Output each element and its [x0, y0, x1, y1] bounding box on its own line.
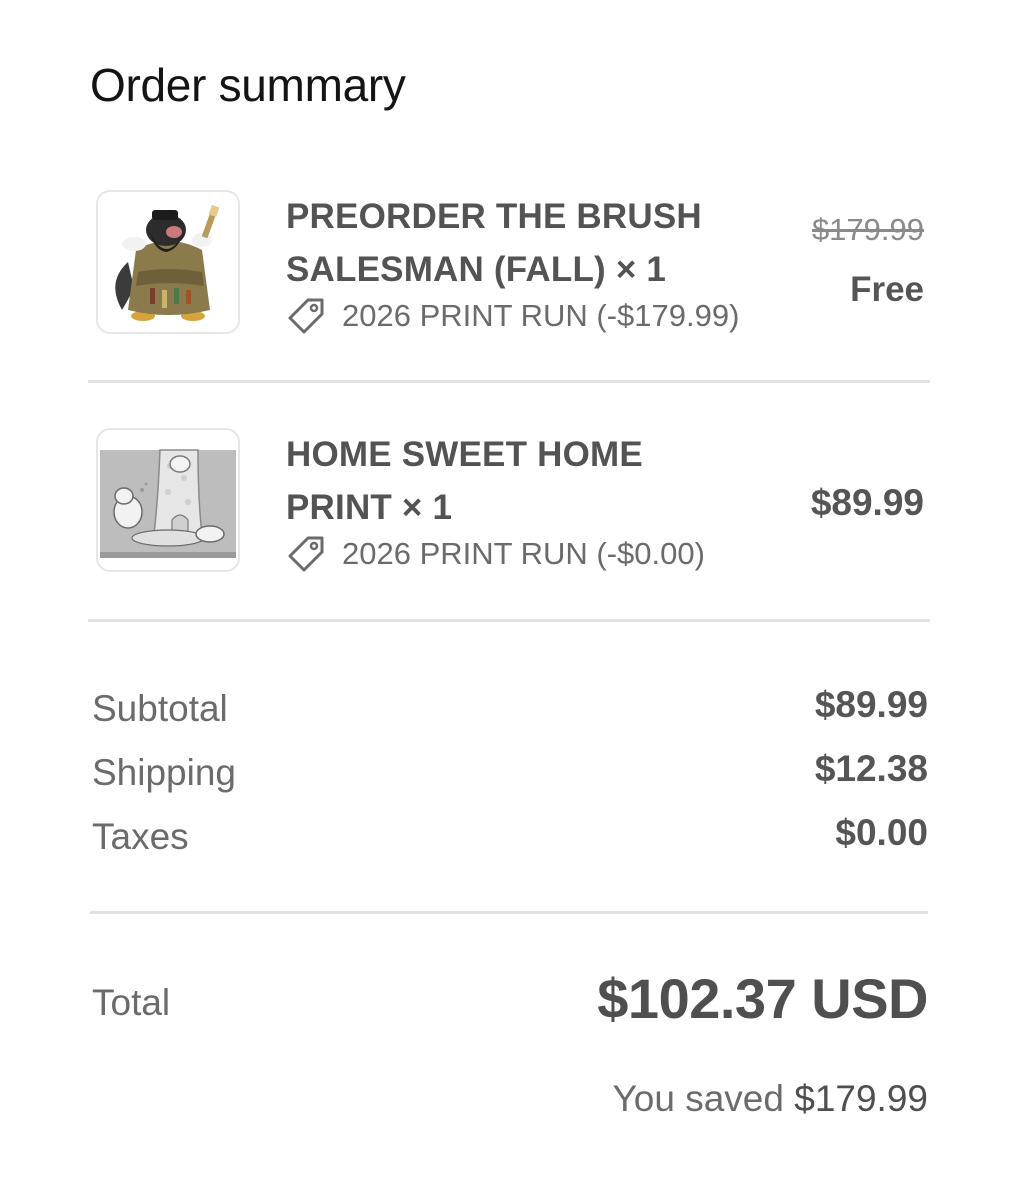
divider — [90, 911, 928, 914]
tag-icon — [288, 536, 324, 572]
product-title[interactable]: PREORDER THE BRUSH SALESMAN (FALL) × 1 — [286, 190, 766, 296]
shipping-label: Shipping — [92, 752, 237, 793]
product-title-line: HOME SWEET HOME — [286, 435, 643, 474]
divider — [88, 619, 930, 622]
product-title[interactable]: HOME SWEET HOME PRINT × 1 — [286, 428, 766, 534]
discount-code: 2026 PRINT RUN (-$179.99) — [286, 296, 739, 336]
taxes-row: Taxes $0.00 — [92, 812, 928, 864]
product-thumbnail[interactable] — [96, 428, 240, 572]
subtotal-label: Subtotal — [92, 688, 228, 729]
discount-code: 2026 PRINT RUN (-$0.00) — [286, 534, 705, 574]
product-title-line: PRINT × 1 — [286, 488, 453, 527]
line-item: PREORDER THE BRUSH SALESMAN (FALL) × 1 2… — [88, 184, 930, 344]
product-title-line: PREORDER THE BRUSH — [286, 197, 702, 236]
shipping-value: $12.38 — [814, 748, 928, 789]
savings-amount: $179.99 — [794, 1078, 928, 1119]
subtotal-row: Subtotal $89.99 — [92, 684, 928, 736]
home-sweet-home-print-image — [98, 430, 238, 570]
total-value: $102.37 USD — [597, 967, 928, 1030]
taxes-label: Taxes — [92, 816, 189, 857]
shipping-row: Shipping $12.38 — [92, 748, 928, 800]
taxes-value: $0.00 — [835, 812, 928, 853]
product-thumbnail[interactable] — [96, 190, 240, 334]
tag-icon — [288, 298, 324, 334]
total-label: Total — [92, 982, 171, 1023]
product-title-line: SALESMAN (FALL) × 1 — [286, 250, 667, 289]
page-title: Order summary — [90, 59, 406, 111]
discount-label: 2026 PRINT RUN (-$179.99) — [342, 298, 740, 333]
item-price: Free — [850, 270, 924, 309]
line-item: HOME SWEET HOME PRINT × 1 2026 PRINT RUN… — [88, 422, 930, 582]
savings-note: You saved $179.99 — [613, 1078, 928, 1120]
original-price: $179.99 — [811, 212, 924, 247]
item-price: $89.99 — [810, 482, 924, 523]
divider — [88, 380, 930, 383]
subtotal-value: $89.99 — [814, 684, 928, 725]
discount-label: 2026 PRINT RUN (-$0.00) — [342, 536, 705, 571]
savings-prefix: You saved — [612, 1078, 784, 1119]
brush-salesman-figure-image — [98, 192, 238, 332]
